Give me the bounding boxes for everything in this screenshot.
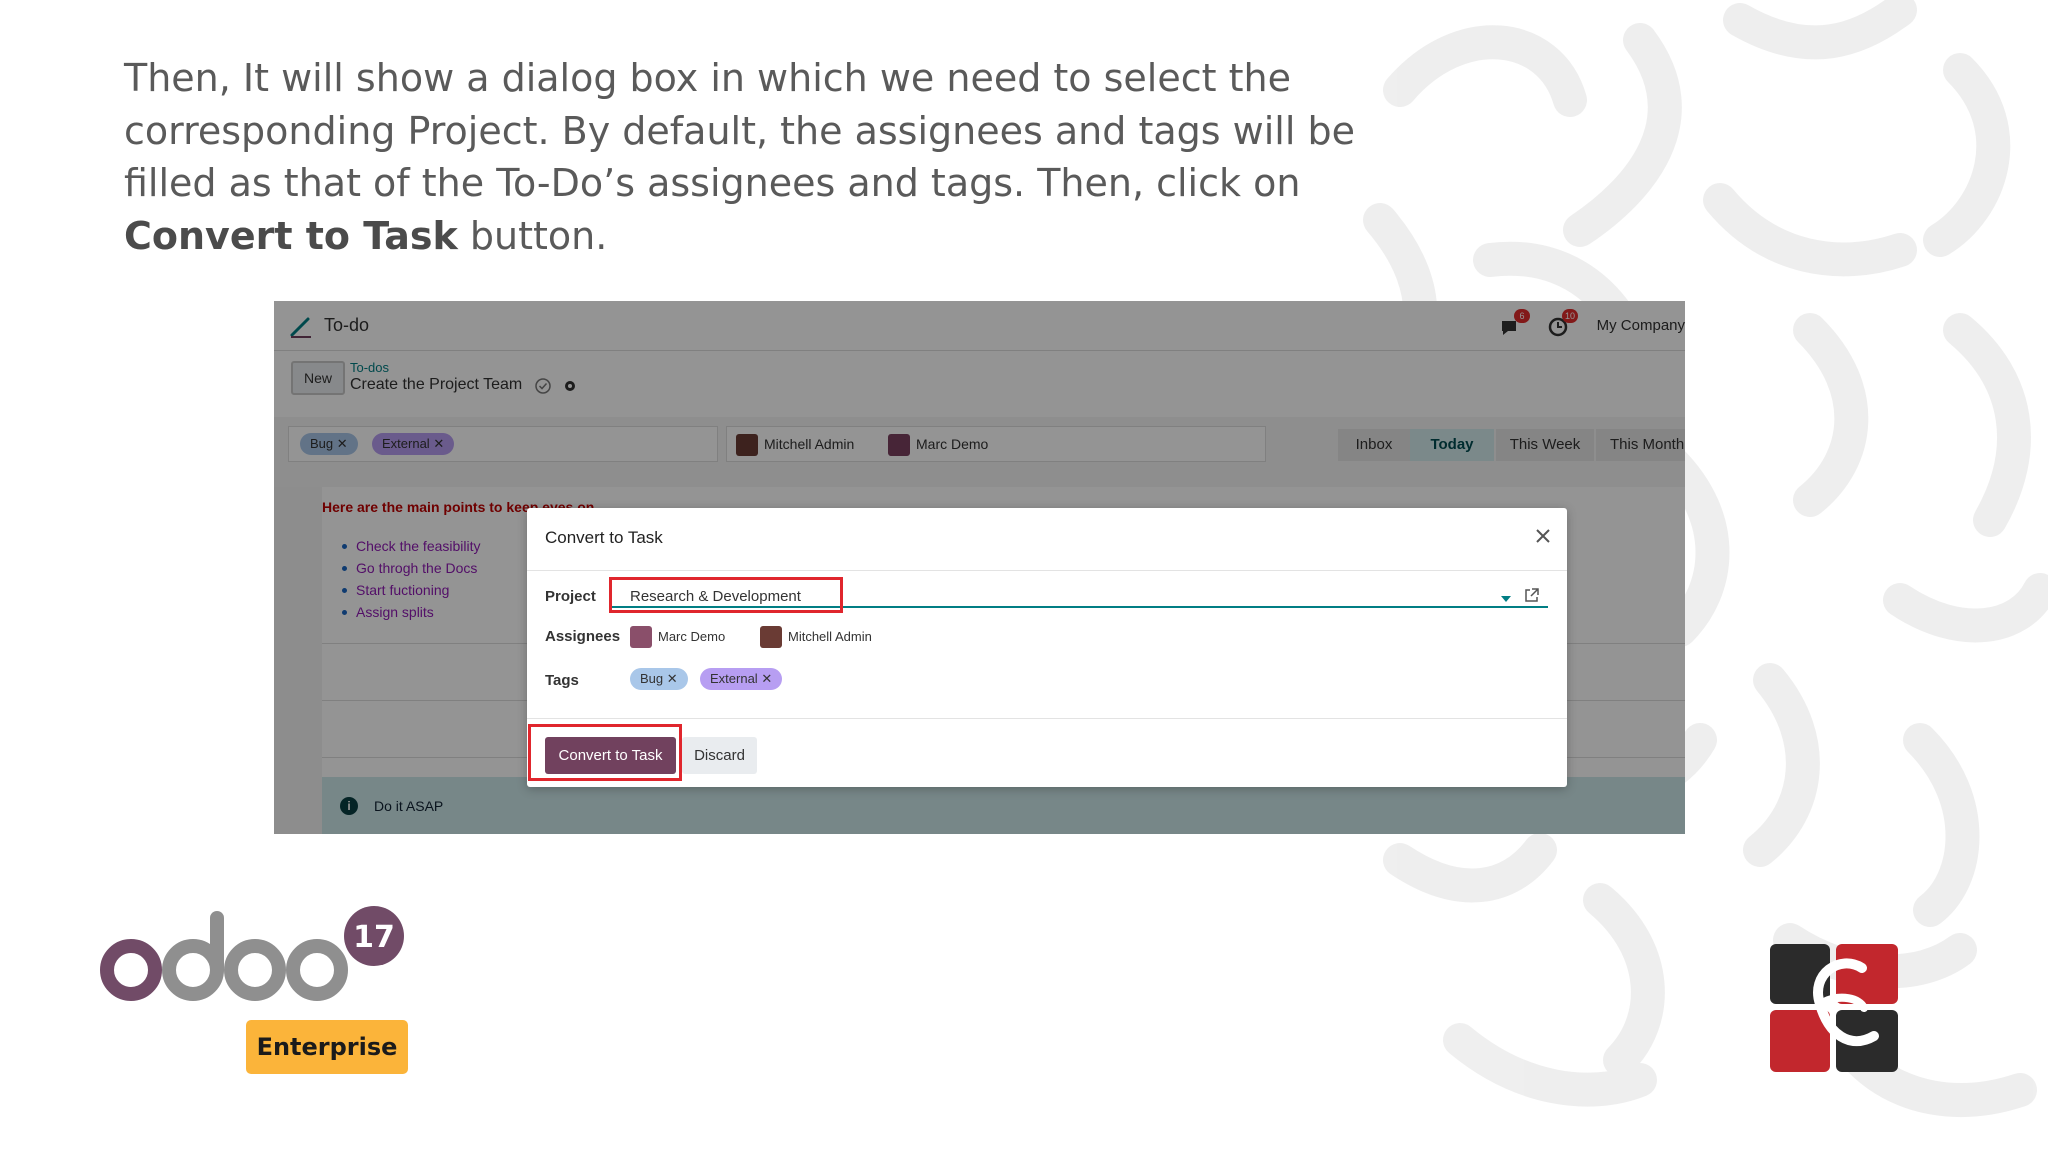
- top-navbar: To-do 6 10 My Company: [274, 301, 1685, 351]
- breadcrumb-current: Create the Project Team: [350, 376, 523, 393]
- list-item: Assign splits: [342, 601, 481, 623]
- mark-done-icon[interactable]: [534, 377, 552, 395]
- alert-text: Do it ASAP: [374, 798, 444, 814]
- assignee-name: Mitchell Admin: [764, 436, 855, 452]
- info-icon: i: [340, 797, 358, 815]
- highlight-convert-button: [528, 724, 682, 781]
- highlight-project: [609, 577, 843, 613]
- external-link-icon[interactable]: [1523, 587, 1540, 604]
- activity-badge: 10: [1562, 309, 1579, 323]
- avatar: [760, 626, 782, 648]
- tag-external[interactable]: External ✕: [372, 433, 455, 455]
- close-icon[interactable]: [1533, 526, 1553, 546]
- list-item: Go throgh the Docs: [342, 557, 481, 579]
- stage-today[interactable]: Today: [1410, 429, 1494, 461]
- gear-icon[interactable]: [562, 378, 578, 394]
- notes-list: Check the feasibility Go throgh the Docs…: [342, 535, 481, 623]
- dropdown-caret-icon[interactable]: [1501, 596, 1511, 602]
- tag-bug[interactable]: Bug ✕: [630, 668, 688, 690]
- company-switcher[interactable]: My Company: [1597, 317, 1685, 334]
- assignee-name: Marc Demo: [916, 436, 989, 452]
- list-item: Start fuctioning: [342, 579, 481, 601]
- list-item: Check the feasibility: [342, 535, 481, 557]
- dialog-divider: [527, 570, 1567, 571]
- avatar: [888, 434, 910, 456]
- enterprise-badge: Enterprise: [246, 1020, 408, 1074]
- convert-to-task-dialog: Convert to Task Project Research & Devel…: [527, 508, 1567, 787]
- avatar: [630, 626, 652, 648]
- stage-this-week[interactable]: This Week: [1496, 429, 1594, 461]
- tags-label: Tags: [545, 672, 579, 689]
- tag-bug[interactable]: Bug ✕: [300, 433, 358, 455]
- discard-button[interactable]: Discard: [682, 737, 757, 774]
- screenshot-frame: To-do 6 10 My Company New To-dos Create …: [274, 301, 1685, 834]
- tag-external[interactable]: External ✕: [700, 668, 783, 690]
- breadcrumb-parent[interactable]: To-dos: [350, 360, 389, 375]
- avatar: [736, 434, 758, 456]
- stage-inbox[interactable]: Inbox: [1338, 429, 1410, 461]
- app-title: To-do: [324, 315, 370, 335]
- assignee-name[interactable]: Mitchell Admin: [788, 629, 872, 644]
- todo-pencil-icon[interactable]: [288, 313, 314, 339]
- stage-this-month[interactable]: This Month: [1596, 429, 1685, 461]
- assignees-label: Assignees: [545, 628, 621, 645]
- dialog-title: Convert to Task: [545, 528, 663, 547]
- assignee-name[interactable]: Marc Demo: [658, 629, 725, 644]
- chat-badge: 6: [1514, 309, 1530, 323]
- record-header-row: Bug ✕ External ✕ Mitchell Admin Marc Dem…: [274, 417, 1685, 487]
- control-panel: New To-dos Create the Project Team: [274, 351, 1685, 417]
- new-button[interactable]: New: [291, 361, 345, 395]
- company-logo: [1770, 944, 1898, 1072]
- project-label: Project: [545, 588, 596, 605]
- slide-instruction-text: Then, It will show a dialog box in which…: [124, 56, 1355, 258]
- odoo-version: 17: [353, 920, 395, 955]
- dialog-footer-divider: [527, 718, 1567, 719]
